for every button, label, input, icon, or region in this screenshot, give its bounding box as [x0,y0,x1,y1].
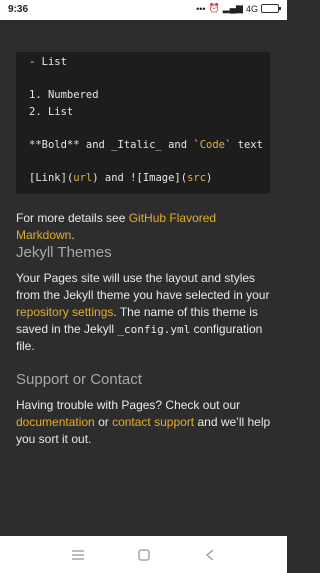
support-text-2: or [94,415,113,429]
code-url: url [73,172,93,184]
navigation-bar [0,536,287,573]
more-details-suffix: . [71,228,75,242]
repository-settings-link[interactable]: repository settings [16,305,113,319]
code-word: Code [199,139,225,151]
status-time: 9:36 [8,4,29,15]
battery-icon [261,4,281,13]
home-square-icon [137,548,150,561]
home-button[interactable] [135,546,153,564]
back-icon [205,549,213,560]
code-link-text: [Link] [29,172,67,184]
code-line-links: [Link](url) and ![Image](src) [29,172,213,184]
support-contact-heading: Support or Contact [16,371,142,388]
app-header [0,20,287,52]
back-button[interactable] [201,546,219,564]
jekyll-themes-heading: Jekyll Themes [16,244,112,261]
documentation-link[interactable]: documentation [16,415,95,429]
more-dots-icon: ••• [196,3,206,14]
page-content[interactable]: - List 1. Numbered 2. List **Bold** and … [0,52,287,536]
code-line: 1. Numbered [29,89,99,101]
network-type: 4G [245,3,258,14]
jekyll-text-1: Your Pages site will use the layout and … [16,271,270,302]
more-details-text: For more details see GitHub Flavored Mar… [16,210,274,244]
jekyll-themes-text: Your Pages site will use the layout and … [16,270,274,355]
signal-icon: ▂▄▆ [222,3,243,13]
code-image-text: ![Image] [130,172,181,184]
support-text: Having trouble with Pages? Check out our… [16,397,274,448]
menu-icon [71,549,84,560]
more-details-prefix: For more details see [16,211,129,225]
menu-button[interactable] [69,546,87,564]
code-line: - List [29,56,67,68]
alarm-icon: ⏰ [208,3,220,13]
support-text-1: Having trouble with Pages? Check out our [16,398,241,412]
code-line: 2. List [29,106,74,118]
status-bar: 9:36 ••• ⏰ ▂▄▆ 4G [0,0,287,20]
config-file-code: _config.yml [117,323,191,336]
code-line-formatting: **Bold** and _Italic_ and `Code` text [29,139,263,151]
code-block: - List 1. Numbered 2. List **Bold** and … [16,52,270,194]
status-icons: ••• ⏰ ▂▄▆ 4G [196,3,281,14]
code-src: src [187,172,207,184]
code-and: and [98,172,131,184]
contact-support-link[interactable]: contact support [112,415,194,429]
